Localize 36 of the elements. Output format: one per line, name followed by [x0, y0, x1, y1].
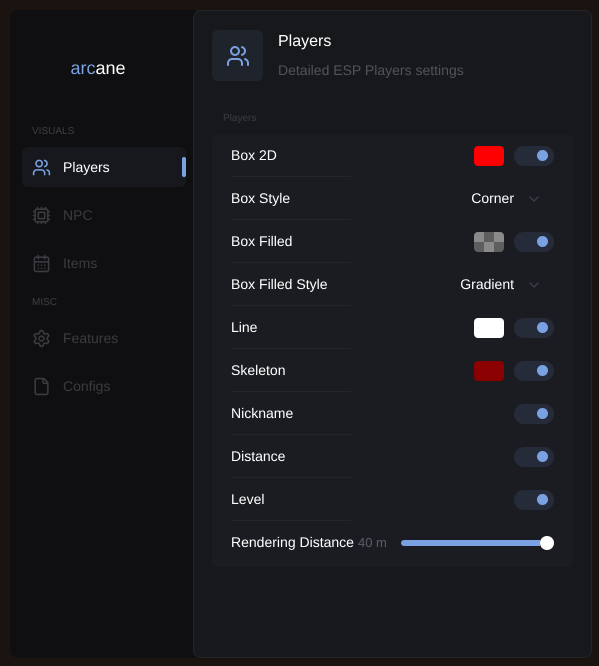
- toggle-switch[interactable]: [514, 404, 554, 424]
- sidebar-item[interactable]: Players: [22, 147, 186, 187]
- color-swatch[interactable]: [474, 318, 504, 338]
- setting-label: Box Style: [231, 188, 290, 208]
- gear-icon: [32, 328, 51, 348]
- toggle-switch[interactable]: [514, 490, 554, 510]
- setting-label: Nickname: [231, 404, 294, 422]
- setting-label: Skeleton: [231, 360, 286, 380]
- setting-label: Distance: [231, 446, 286, 466]
- people-icon: [226, 44, 250, 68]
- toggle-switch[interactable]: [514, 360, 554, 380]
- setting-label: Box Filled Style: [231, 274, 328, 294]
- page-title: Players: [278, 32, 332, 52]
- slider-bar[interactable]: [400, 540, 540, 546]
- people-icon: [32, 158, 51, 176]
- color-swatch[interactable]: [474, 232, 504, 252]
- dropdown[interactable]: Corner: [471, 188, 542, 209]
- chip-icon: [32, 206, 51, 224]
- setting-label: Box 2D: [231, 146, 277, 164]
- setting-label: Level: [231, 490, 264, 508]
- setting-label: Rendering Distance: [231, 533, 354, 552]
- page-subtitle: Detailed ESP Players settings: [278, 61, 464, 80]
- dropdown[interactable]: Gradient: [460, 274, 542, 295]
- slider-reading: 40 m: [358, 534, 387, 552]
- active-indicator: [182, 157, 186, 177]
- logo: arcane: [70, 57, 126, 80]
- color-swatch[interactable]: [474, 360, 504, 380]
- toggle-switch[interactable]: [514, 232, 554, 252]
- color-swatch[interactable]: [474, 146, 504, 166]
- setting-label: Box Filled: [231, 232, 292, 250]
- slider-thumb[interactable]: [540, 536, 554, 550]
- toggle-switch[interactable]: [514, 318, 554, 338]
- setting-label: Line: [231, 318, 258, 336]
- toggle-switch[interactable]: [514, 146, 554, 166]
- toggle-switch[interactable]: [514, 446, 554, 466]
- file-icon: [32, 376, 51, 396]
